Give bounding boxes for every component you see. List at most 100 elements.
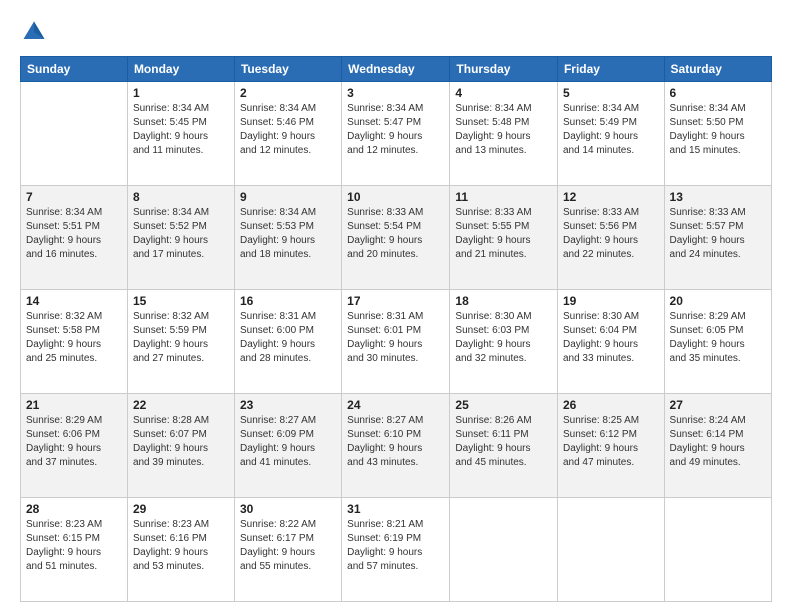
day-info: Sunrise: 8:25 AM Sunset: 6:12 PM Dayligh…: [563, 414, 659, 470]
calendar-cell: 19 Sunrise: 8:30 AM Sunset: 6:04 PM Dayli…: [557, 290, 664, 394]
calendar-cell: 26 Sunrise: 8:25 AM Sunset: 6:12 PM Dayli…: [557, 394, 664, 498]
day-info: Sunrise: 8:23 AM Sunset: 6:15 PM Dayligh…: [26, 518, 122, 574]
weekday-header-friday: Friday: [557, 57, 664, 82]
day-number: 11: [455, 190, 552, 204]
page: SundayMondayTuesdayWednesdayThursdayFrid…: [0, 0, 792, 612]
day-number: 27: [670, 398, 766, 412]
calendar-cell: 24 Sunrise: 8:27 AM Sunset: 6:10 PM Dayli…: [342, 394, 450, 498]
day-number: 8: [133, 190, 229, 204]
weekday-header-thursday: Thursday: [450, 57, 558, 82]
day-info: Sunrise: 8:34 AM Sunset: 5:51 PM Dayligh…: [26, 206, 122, 262]
day-number: 1: [133, 86, 229, 100]
day-number: 16: [240, 294, 336, 308]
calendar-cell: 5 Sunrise: 8:34 AM Sunset: 5:49 PM Daylig…: [557, 82, 664, 186]
day-info: Sunrise: 8:29 AM Sunset: 6:05 PM Dayligh…: [670, 310, 766, 366]
day-info: Sunrise: 8:23 AM Sunset: 6:16 PM Dayligh…: [133, 518, 229, 574]
logo-icon: [20, 18, 48, 46]
calendar-cell: 12 Sunrise: 8:33 AM Sunset: 5:56 PM Dayli…: [557, 186, 664, 290]
day-info: Sunrise: 8:33 AM Sunset: 5:57 PM Dayligh…: [670, 206, 766, 262]
day-number: 9: [240, 190, 336, 204]
day-info: Sunrise: 8:26 AM Sunset: 6:11 PM Dayligh…: [455, 414, 552, 470]
day-number: 10: [347, 190, 444, 204]
day-info: Sunrise: 8:33 AM Sunset: 5:56 PM Dayligh…: [563, 206, 659, 262]
calendar-cell: 2 Sunrise: 8:34 AM Sunset: 5:46 PM Daylig…: [234, 82, 341, 186]
day-number: 31: [347, 502, 444, 516]
day-number: 17: [347, 294, 444, 308]
calendar-cell: 31 Sunrise: 8:21 AM Sunset: 6:19 PM Dayli…: [342, 498, 450, 602]
day-info: Sunrise: 8:30 AM Sunset: 6:03 PM Dayligh…: [455, 310, 552, 366]
day-info: Sunrise: 8:34 AM Sunset: 5:50 PM Dayligh…: [670, 102, 766, 158]
calendar-cell: 3Sunrise: 8:34 AM Sunset: 5:47 PM Daylig…: [342, 82, 450, 186]
calendar-cell: 13Sunrise: 8:33 AM Sunset: 5:57 PM Dayli…: [664, 186, 771, 290]
calendar-cell: 8 Sunrise: 8:34 AM Sunset: 5:52 PM Daylig…: [127, 186, 234, 290]
calendar-cell: 27Sunrise: 8:24 AM Sunset: 6:14 PM Dayli…: [664, 394, 771, 498]
calendar-cell: 14 Sunrise: 8:32 AM Sunset: 5:58 PM Dayli…: [21, 290, 128, 394]
day-number: 5: [563, 86, 659, 100]
day-number: 6: [670, 86, 766, 100]
weekday-header-sunday: Sunday: [21, 57, 128, 82]
calendar-cell: 29 Sunrise: 8:23 AM Sunset: 6:16 PM Dayli…: [127, 498, 234, 602]
day-info: Sunrise: 8:34 AM Sunset: 5:53 PM Dayligh…: [240, 206, 336, 262]
calendar-week-row: 21 Sunrise: 8:29 AM Sunset: 6:06 PM Dayli…: [21, 394, 772, 498]
calendar-cell: [450, 498, 558, 602]
calendar-cell: 30Sunrise: 8:22 AM Sunset: 6:17 PM Dayli…: [234, 498, 341, 602]
day-info: Sunrise: 8:31 AM Sunset: 6:00 PM Dayligh…: [240, 310, 336, 366]
logo: [20, 18, 52, 46]
calendar-cell: 22Sunrise: 8:28 AM Sunset: 6:07 PM Dayli…: [127, 394, 234, 498]
weekday-header-row: SundayMondayTuesdayWednesdayThursdayFrid…: [21, 57, 772, 82]
day-number: 21: [26, 398, 122, 412]
weekday-header-tuesday: Tuesday: [234, 57, 341, 82]
day-info: Sunrise: 8:33 AM Sunset: 5:54 PM Dayligh…: [347, 206, 444, 262]
day-info: Sunrise: 8:27 AM Sunset: 6:09 PM Dayligh…: [240, 414, 336, 470]
day-number: 14: [26, 294, 122, 308]
day-number: 25: [455, 398, 552, 412]
day-info: Sunrise: 8:34 AM Sunset: 5:48 PM Dayligh…: [455, 102, 552, 158]
day-number: 12: [563, 190, 659, 204]
calendar-cell: 21 Sunrise: 8:29 AM Sunset: 6:06 PM Dayli…: [21, 394, 128, 498]
day-info: Sunrise: 8:33 AM Sunset: 5:55 PM Dayligh…: [455, 206, 552, 262]
calendar-cell: 28 Sunrise: 8:23 AM Sunset: 6:15 PM Dayli…: [21, 498, 128, 602]
calendar-week-row: 7 Sunrise: 8:34 AM Sunset: 5:51 PM Daylig…: [21, 186, 772, 290]
day-number: 28: [26, 502, 122, 516]
weekday-header-wednesday: Wednesday: [342, 57, 450, 82]
day-info: Sunrise: 8:31 AM Sunset: 6:01 PM Dayligh…: [347, 310, 444, 366]
calendar-cell: 18 Sunrise: 8:30 AM Sunset: 6:03 PM Dayli…: [450, 290, 558, 394]
calendar-cell: [21, 82, 128, 186]
calendar-cell: 20Sunrise: 8:29 AM Sunset: 6:05 PM Dayli…: [664, 290, 771, 394]
day-number: 2: [240, 86, 336, 100]
day-info: Sunrise: 8:30 AM Sunset: 6:04 PM Dayligh…: [563, 310, 659, 366]
day-number: 24: [347, 398, 444, 412]
day-info: Sunrise: 8:34 AM Sunset: 5:47 PM Dayligh…: [347, 102, 444, 158]
calendar-cell: [664, 498, 771, 602]
calendar-cell: 4Sunrise: 8:34 AM Sunset: 5:48 PM Daylig…: [450, 82, 558, 186]
day-number: 19: [563, 294, 659, 308]
calendar-cell: [557, 498, 664, 602]
day-number: 18: [455, 294, 552, 308]
day-info: Sunrise: 8:21 AM Sunset: 6:19 PM Dayligh…: [347, 518, 444, 574]
calendar-week-row: 28 Sunrise: 8:23 AM Sunset: 6:15 PM Dayli…: [21, 498, 772, 602]
day-info: Sunrise: 8:34 AM Sunset: 5:45 PM Dayligh…: [133, 102, 229, 158]
day-info: Sunrise: 8:29 AM Sunset: 6:06 PM Dayligh…: [26, 414, 122, 470]
calendar-cell: 16 Sunrise: 8:31 AM Sunset: 6:00 PM Dayli…: [234, 290, 341, 394]
day-info: Sunrise: 8:27 AM Sunset: 6:10 PM Dayligh…: [347, 414, 444, 470]
calendar-week-row: 1 Sunrise: 8:34 AM Sunset: 5:45 PM Daylig…: [21, 82, 772, 186]
calendar-week-row: 14 Sunrise: 8:32 AM Sunset: 5:58 PM Dayli…: [21, 290, 772, 394]
weekday-header-saturday: Saturday: [664, 57, 771, 82]
calendar-cell: 10 Sunrise: 8:33 AM Sunset: 5:54 PM Dayli…: [342, 186, 450, 290]
day-info: Sunrise: 8:32 AM Sunset: 5:58 PM Dayligh…: [26, 310, 122, 366]
day-info: Sunrise: 8:34 AM Sunset: 5:46 PM Dayligh…: [240, 102, 336, 158]
day-number: 29: [133, 502, 229, 516]
day-info: Sunrise: 8:28 AM Sunset: 6:07 PM Dayligh…: [133, 414, 229, 470]
day-number: 23: [240, 398, 336, 412]
day-number: 7: [26, 190, 122, 204]
calendar-cell: 15Sunrise: 8:32 AM Sunset: 5:59 PM Dayli…: [127, 290, 234, 394]
calendar-cell: 17 Sunrise: 8:31 AM Sunset: 6:01 PM Dayli…: [342, 290, 450, 394]
calendar-cell: 23 Sunrise: 8:27 AM Sunset: 6:09 PM Dayli…: [234, 394, 341, 498]
calendar-cell: 25 Sunrise: 8:26 AM Sunset: 6:11 PM Dayli…: [450, 394, 558, 498]
calendar-cell: 1 Sunrise: 8:34 AM Sunset: 5:45 PM Daylig…: [127, 82, 234, 186]
header: [20, 18, 772, 46]
day-info: Sunrise: 8:34 AM Sunset: 5:49 PM Dayligh…: [563, 102, 659, 158]
day-number: 26: [563, 398, 659, 412]
day-info: Sunrise: 8:32 AM Sunset: 5:59 PM Dayligh…: [133, 310, 229, 366]
day-info: Sunrise: 8:34 AM Sunset: 5:52 PM Dayligh…: [133, 206, 229, 262]
